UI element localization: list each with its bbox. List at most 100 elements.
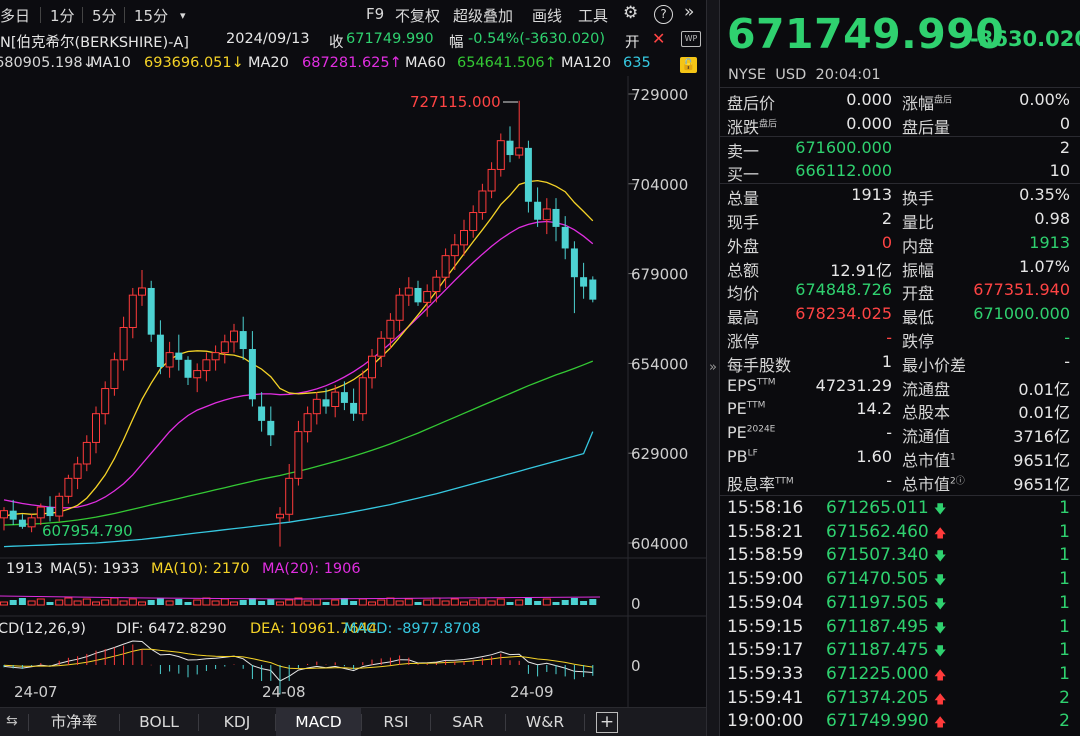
trade-price: 671187.475 xyxy=(826,640,929,661)
market-name: NYSE xyxy=(728,67,767,83)
stats-row: 外盘 0 内盘 1913 xyxy=(720,231,1080,256)
settings-gear-icon[interactable]: ⚙ xyxy=(623,3,638,23)
toolbar-divider xyxy=(124,7,125,23)
period-1min[interactable]: 1分 xyxy=(50,5,75,26)
volume-bar xyxy=(285,599,294,606)
volume-bar xyxy=(423,599,432,606)
stat-value: 1913 xyxy=(851,185,892,205)
trade-qty: 1 xyxy=(1059,569,1070,590)
volume-bar xyxy=(478,597,487,606)
volume-bar xyxy=(496,598,505,606)
candle-body xyxy=(322,399,330,407)
macd-histogram-bar xyxy=(77,656,79,665)
stat-value: 0.00% xyxy=(1019,90,1070,109)
macd-histogram-bar xyxy=(297,665,299,668)
stat-value: - xyxy=(1064,351,1070,371)
stat-label: 涨停 xyxy=(727,332,760,351)
stats-row: 涨跌盘后 0.000 盘后量 0 xyxy=(720,112,1080,137)
candle-body xyxy=(9,510,17,520)
ma10-value: 693696.051↓ xyxy=(144,55,244,71)
collapse-arrow-icon[interactable]: » xyxy=(709,360,717,375)
candle-body xyxy=(487,168,496,192)
add-tab-icon[interactable]: + xyxy=(596,712,618,733)
candle-body xyxy=(506,140,514,156)
candle-body xyxy=(147,287,155,335)
help-icon[interactable]: ? xyxy=(654,5,673,24)
stat-value: 677351.940 xyxy=(973,280,1070,300)
macd-histogram-bar xyxy=(573,665,575,680)
volume-bar xyxy=(258,601,266,605)
trade-row: 15:59:17 671187.475 🡇 1 xyxy=(720,639,1080,663)
period-dropdown-icon[interactable]: ▾ xyxy=(180,9,186,22)
trade-qty: 1 xyxy=(1059,616,1070,637)
expand-icon[interactable]: » xyxy=(684,2,694,22)
macd-histogram-bar xyxy=(435,663,437,665)
macd-histogram-bar xyxy=(159,665,161,675)
stat-label: 总市值1 xyxy=(902,451,956,470)
period-multi-day[interactable]: 多日 xyxy=(0,5,30,26)
candle-body xyxy=(211,352,220,361)
volume-bar xyxy=(165,600,174,606)
macd-histogram-bar xyxy=(86,653,88,665)
macd-histogram-bar xyxy=(307,663,309,665)
tab-scroll-icon[interactable]: ⇆ xyxy=(6,713,18,729)
stat-label-sup: TTM xyxy=(746,401,766,412)
stat-label: 最高 xyxy=(727,308,760,328)
tab-rsi[interactable]: RSI xyxy=(362,708,430,736)
trade-time: 15:59:15 xyxy=(727,616,804,637)
macd-histogram-bar xyxy=(592,665,594,676)
tab-wr[interactable]: W&R xyxy=(506,708,584,736)
date-label: 24-08 xyxy=(262,683,306,701)
stat-value: 1913 xyxy=(1029,232,1070,252)
stat-label-sup: 2ⓘ xyxy=(950,476,965,487)
trade-qty: 2 xyxy=(1059,711,1070,732)
panel-collapse-bar[interactable]: » xyxy=(706,0,720,736)
stat-label-sup: 盘后 xyxy=(934,95,953,106)
lock-icon[interactable]: 🔓 xyxy=(680,57,697,73)
stat-label: 均价 xyxy=(727,284,760,304)
macd-histogram-bar xyxy=(564,665,566,677)
close-icon[interactable]: ✕ xyxy=(652,29,665,48)
macd-histogram-bar xyxy=(40,663,42,665)
tools-button[interactable]: 工具 xyxy=(578,5,608,26)
macd-histogram-bar xyxy=(491,656,493,665)
price-chart[interactable]: 729000 704000 679000 654000 629000 604000 727… xyxy=(0,76,706,707)
candle-body xyxy=(239,331,247,350)
stats-row: 涨停 - 跌停 - xyxy=(720,326,1080,351)
trade-time: 15:59:04 xyxy=(727,592,804,613)
tab-sar[interactable]: SAR xyxy=(431,708,505,736)
candle-body xyxy=(119,326,128,361)
draw-line-button[interactable]: 画线 xyxy=(532,5,562,26)
no-adjust-button[interactable]: 不复权 xyxy=(395,5,440,26)
f9-button[interactable]: F9 xyxy=(366,5,384,23)
chart-panel[interactable]: 多日 1分 5分 15分 ▾ F9 不复权 超级叠加 画线 工具 ⚙ ? » N… xyxy=(0,0,706,736)
macd-histogram-bar xyxy=(362,662,364,665)
candle-body xyxy=(55,495,64,517)
tab-macd[interactable]: MACD xyxy=(276,708,361,736)
volume-bar xyxy=(534,601,542,605)
volume-bar xyxy=(395,600,404,606)
period-15min[interactable]: 15分 xyxy=(134,5,168,26)
bar-date: 2024/09/13 xyxy=(226,31,310,47)
stat-value: 14.2 xyxy=(856,399,892,419)
tab-boll[interactable]: BOLL xyxy=(120,708,198,736)
stat-label: 最低 xyxy=(902,308,935,328)
tab-pb[interactable]: 市净率 xyxy=(29,708,119,736)
stat-value: - xyxy=(886,470,892,490)
macd-histogram-bar xyxy=(527,665,529,674)
volume-bar xyxy=(469,599,478,606)
tab-kdj[interactable]: KDJ xyxy=(199,708,275,736)
super-overlay-button[interactable]: 超级叠加 xyxy=(453,5,513,26)
candle-body xyxy=(82,441,91,465)
period-5min[interactable]: 5分 xyxy=(92,5,117,26)
volume-bar xyxy=(18,598,26,605)
stat-value: 0.01亿 xyxy=(1018,403,1070,423)
share-icon[interactable]: WP xyxy=(681,31,701,47)
candle-body xyxy=(368,355,376,379)
candle-body xyxy=(340,392,348,403)
stat-label: 涨幅盘后 xyxy=(902,94,953,113)
price-annotations: 727115.000 607954.790 xyxy=(42,93,518,540)
arrow-down-icon: 🡇 xyxy=(934,549,947,564)
date-axis: 24-07 24-08 24-09 xyxy=(14,683,554,701)
stats-row: EPSTTM 47231.29 流通盘 0.01亿 xyxy=(720,374,1080,399)
